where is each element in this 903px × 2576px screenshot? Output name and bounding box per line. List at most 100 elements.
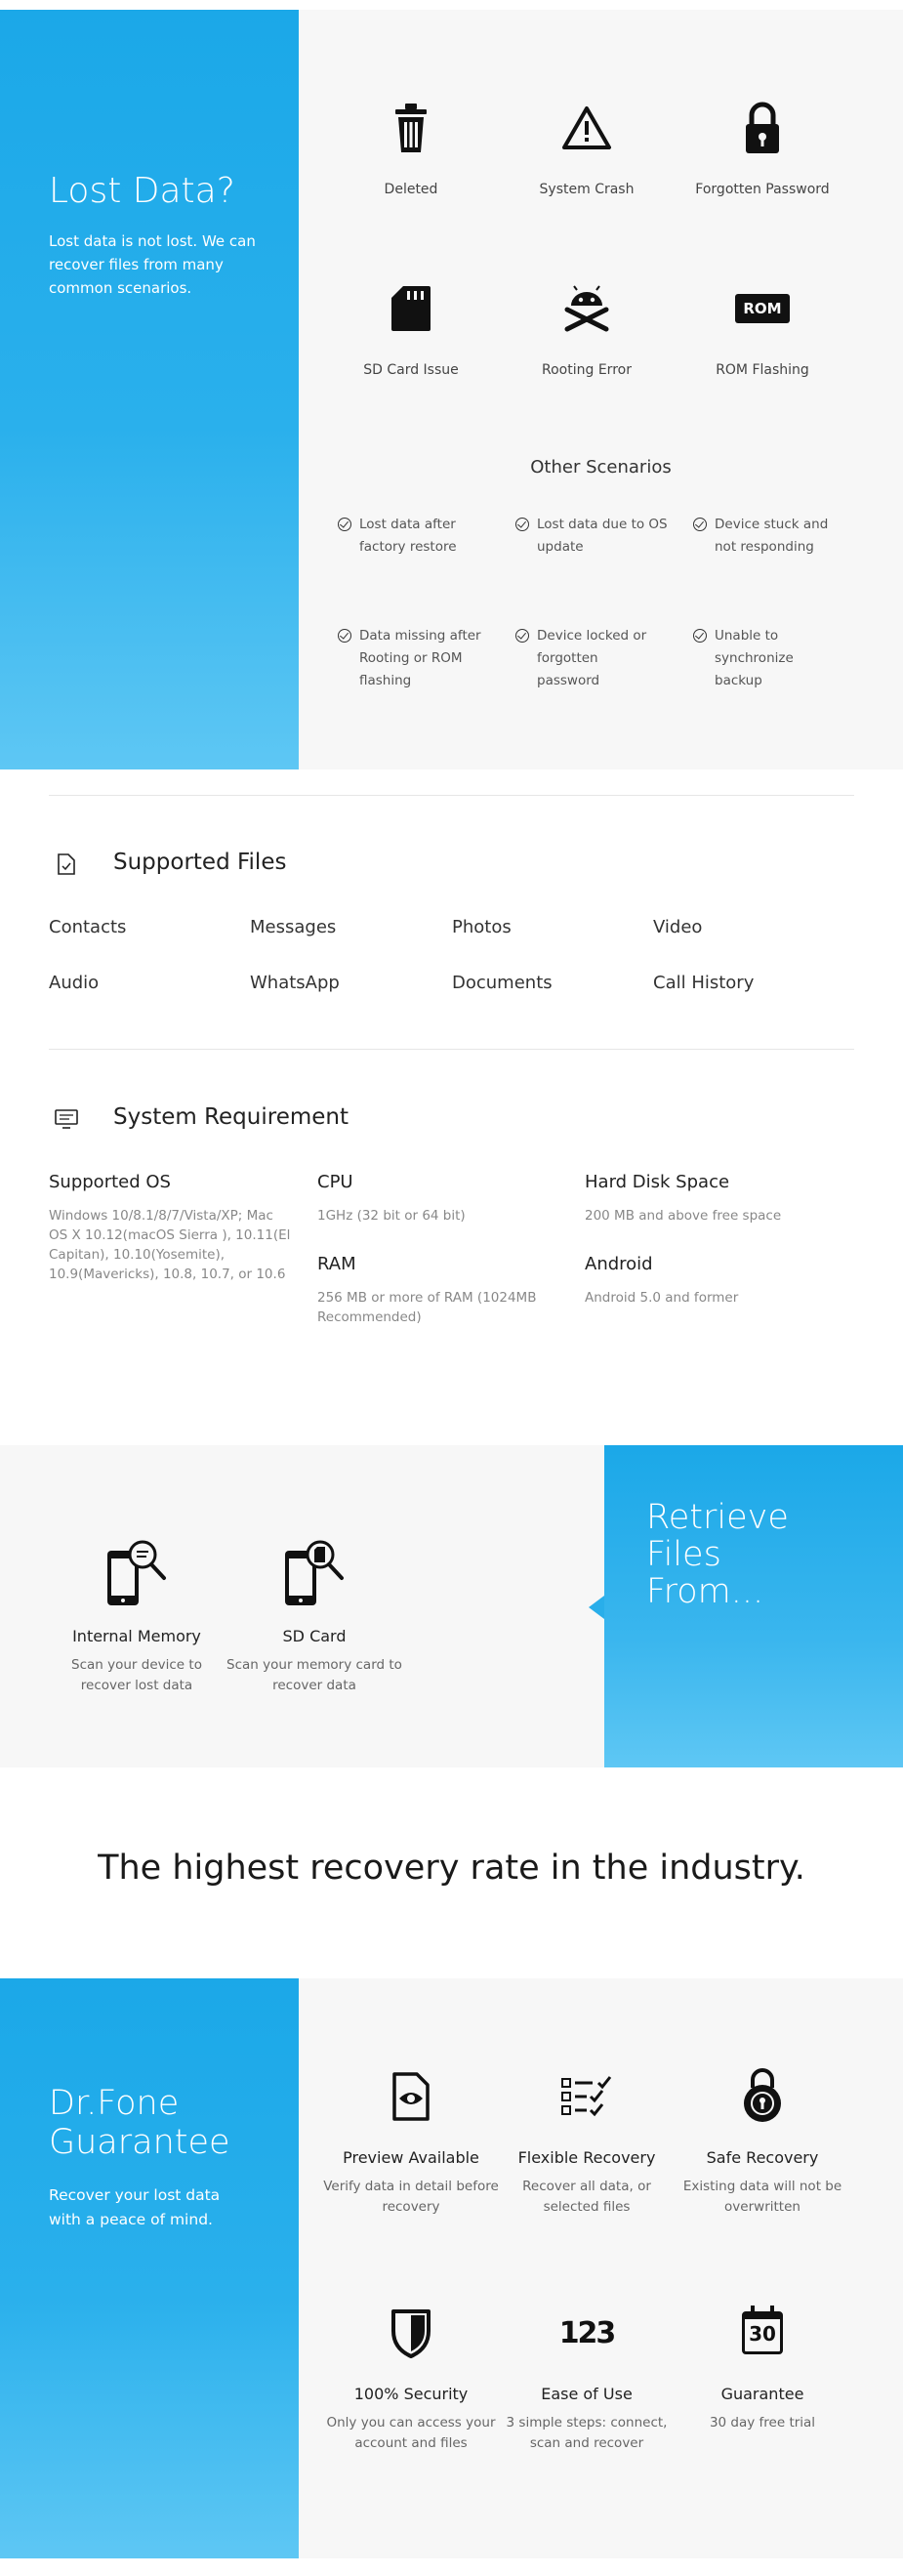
other-scenario-text: Lost data due to OS update xyxy=(537,517,668,555)
retrieve-option-label: Internal Memory xyxy=(72,1627,201,1645)
file-type-documents: Documents xyxy=(452,973,553,993)
feature-label: Preview Available xyxy=(343,2148,479,2167)
other-scenario-item: Device locked or forgotten password xyxy=(515,625,662,692)
req-os-title: Supported OS xyxy=(49,1172,171,1192)
check-circle-icon xyxy=(693,629,707,643)
file-type-contacts: Contacts xyxy=(49,917,127,937)
feature-desc: Verify data in detail before recovery xyxy=(323,2179,499,2215)
guarantee-description: Recover your lost data with a peace of m… xyxy=(49,2186,221,2228)
sd-card-icon xyxy=(323,278,499,339)
check-circle-icon xyxy=(515,518,529,531)
other-scenario-item: Device stuck and not responding xyxy=(693,514,849,559)
calendar-30-icon: 30 xyxy=(675,2303,850,2363)
scenario-label: SD Card Issue xyxy=(363,362,459,378)
scenario-label: Deleted xyxy=(384,182,438,197)
check-circle-icon xyxy=(338,518,351,531)
monitor-icon xyxy=(49,1104,88,1134)
phone-sd-search-icon xyxy=(226,1533,402,1611)
scenario-rooting-error: Rooting Error xyxy=(499,278,675,378)
feature-guarantee: 30 Guarantee 30 day free trial xyxy=(675,2303,850,2433)
panel-pointer xyxy=(589,1596,604,1619)
scenario-sd-card: SD Card Issue xyxy=(323,278,499,378)
other-scenario-item: Unable to synchronize backup xyxy=(693,625,820,692)
scenario-label: Forgotten Password xyxy=(695,182,830,197)
scenario-label: System Crash xyxy=(539,182,635,197)
feature-safe-recovery: Safe Recovery Existing data will not be … xyxy=(675,2066,850,2218)
other-scenario-item: Lost data after factory restore xyxy=(338,514,494,559)
phone-search-icon xyxy=(49,1533,225,1611)
rom-chip-label: ROM xyxy=(735,294,790,323)
lost-data-title: Lost Data? xyxy=(49,171,235,211)
feature-label: Ease of Use xyxy=(541,2385,633,2403)
trash-icon xyxy=(323,98,499,158)
calendar-number: 30 xyxy=(749,2322,776,2346)
slogan: The highest recovery rate in the industr… xyxy=(98,1849,805,1888)
req-ram-title: RAM xyxy=(317,1254,356,1274)
other-scenario-text: Lost data after factory restore xyxy=(359,517,457,555)
scenario-label: Rooting Error xyxy=(542,362,632,378)
feature-label: Guarantee xyxy=(720,2385,804,2403)
warning-icon xyxy=(499,98,675,158)
feature-label: Safe Recovery xyxy=(706,2148,819,2167)
feature-desc: 30 day free trial xyxy=(709,2415,816,2431)
scenario-label: ROM Flashing xyxy=(716,362,809,378)
feature-label: 100% Security xyxy=(353,2385,469,2403)
system-requirement-title: System Requirement xyxy=(113,1104,349,1130)
req-android-title: Android xyxy=(585,1254,653,1274)
feature-flexible-recovery: Flexible Recovery Recover all data, or s… xyxy=(499,2066,675,2218)
other-scenario-text: Device stuck and not responding xyxy=(715,517,829,555)
feature-label: Flexible Recovery xyxy=(517,2148,656,2167)
scenario-deleted: Deleted xyxy=(323,98,499,197)
req-android-value: Android 5.0 and former xyxy=(585,1290,739,1306)
one-two-three-icon: 123 xyxy=(499,2303,675,2363)
file-type-video: Video xyxy=(653,917,703,937)
feature-desc: 3 simple steps: connect, scan and recove… xyxy=(506,2415,668,2451)
other-scenarios-title: Other Scenarios xyxy=(530,457,672,478)
file-type-whatsapp: WhatsApp xyxy=(250,973,340,993)
lost-data-description: Lost data is not lost. We can recover fi… xyxy=(49,232,256,297)
check-circle-icon xyxy=(338,629,351,643)
preview-file-icon xyxy=(323,2066,499,2127)
guarantee-title: Dr.Fone Guarantee xyxy=(49,2084,230,2162)
other-scenario-item: Lost data due to OS update xyxy=(515,514,672,559)
file-type-audio: Audio xyxy=(49,973,100,993)
feature-desc: Existing data will not be overwritten xyxy=(682,2179,842,2215)
feature-security: 100% Security Only you can access your a… xyxy=(323,2303,499,2454)
retrieve-option-label: SD Card xyxy=(282,1627,347,1645)
feature-desc: Only you can access your account and fil… xyxy=(326,2415,496,2451)
check-circle-icon xyxy=(515,629,529,643)
scenario-system-crash: System Crash xyxy=(499,98,675,197)
guarantee-section: Dr.Fone Guarantee Recover your lost data… xyxy=(0,1978,903,2558)
file-type-messages: Messages xyxy=(250,917,337,937)
divider xyxy=(49,795,854,796)
android-crossbones-icon xyxy=(499,278,675,339)
feature-ease-of-use: 123 Ease of Use 3 simple steps: connect,… xyxy=(499,2303,675,2454)
retrieve-option-desc: Scan your device to recover lost data xyxy=(71,1657,202,1693)
steps-number: 123 xyxy=(558,2315,617,2350)
req-cpu-value: 1GHz (32 bit or 64 bit) xyxy=(317,1208,466,1224)
file-type-call-history: Call History xyxy=(653,973,755,993)
check-circle-icon xyxy=(693,518,707,531)
req-os-value: Windows 10/8.1/8/7/Vista/XP; Mac OS X 10… xyxy=(49,1208,291,1282)
checklist-icon xyxy=(499,2066,675,2127)
scenario-forgotten-password: Forgotten Password xyxy=(675,98,850,197)
supported-files-title: Supported Files xyxy=(113,850,287,875)
file-icon xyxy=(49,850,88,879)
file-type-photos: Photos xyxy=(452,917,512,937)
lock-icon xyxy=(675,98,850,158)
other-scenario-text: Data missing after Rooting or ROM flashi… xyxy=(359,628,481,688)
lost-data-section: Lost Data? Lost data is not lost. We can… xyxy=(0,10,903,769)
other-scenario-text: Device locked or forgotten password xyxy=(537,628,647,688)
other-scenario-item: Data missing after Rooting or ROM flashi… xyxy=(338,625,494,692)
shield-icon xyxy=(323,2303,499,2363)
divider xyxy=(49,1049,854,1050)
retrieve-sd-card: SD Card Scan your memory card to recover… xyxy=(226,1533,402,1696)
retrieve-internal-memory: Internal Memory Scan your device to reco… xyxy=(49,1533,225,1696)
req-disk-title: Hard Disk Space xyxy=(585,1172,730,1192)
guarantee-panel xyxy=(0,1978,299,2558)
safe-lock-icon xyxy=(675,2066,850,2127)
rom-chip-icon: ROM xyxy=(675,278,850,339)
req-cpu-title: CPU xyxy=(317,1172,353,1192)
retrieve-option-desc: Scan your memory card to recover data xyxy=(226,1657,402,1693)
feature-desc: Recover all data, or selected files xyxy=(522,2179,651,2215)
